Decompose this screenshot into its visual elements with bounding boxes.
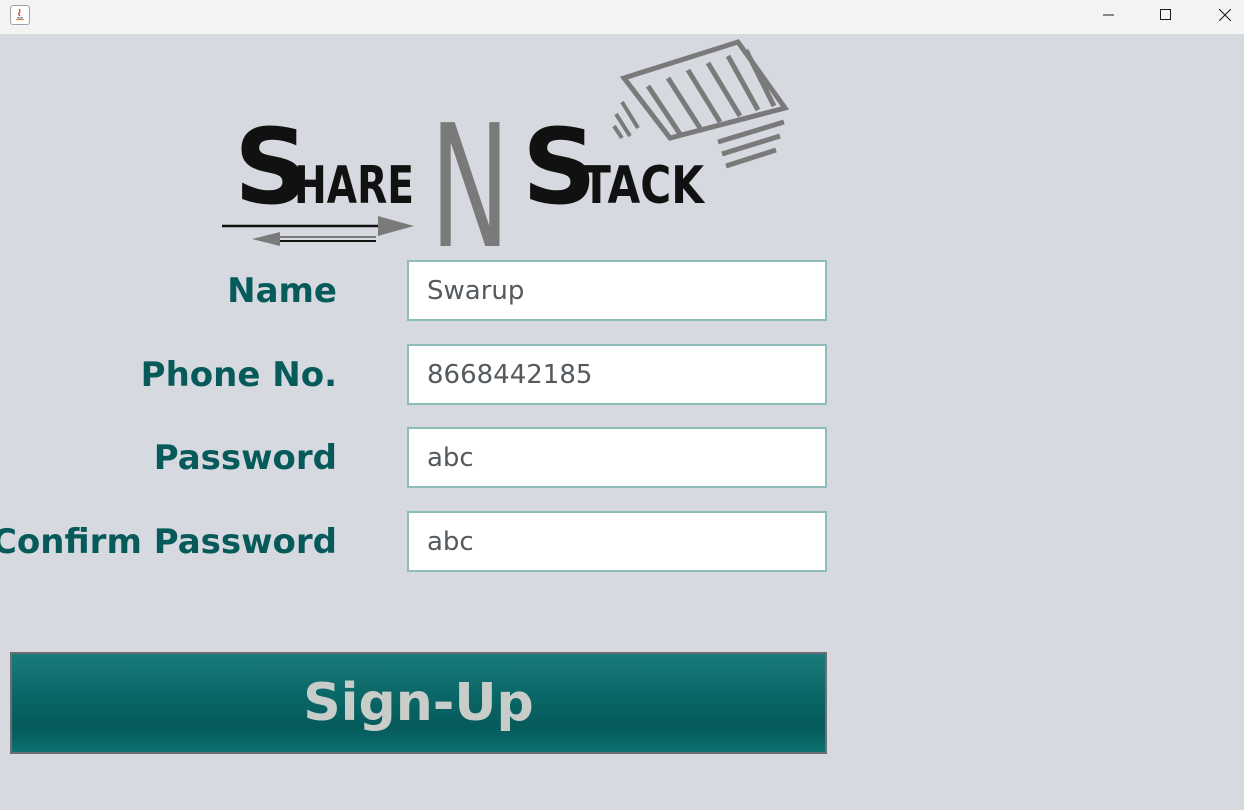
maximize-button[interactable] (1138, 0, 1194, 30)
name-label: Name (227, 271, 337, 311)
logo-stack-rest: TACK (582, 156, 705, 216)
phone-input[interactable] (407, 344, 827, 405)
confirm-password-label: Confirm Password (0, 522, 337, 562)
java-app-icon (10, 5, 30, 25)
close-button[interactable] (1197, 0, 1244, 30)
name-input[interactable] (407, 260, 827, 321)
title-bar (0, 0, 1244, 34)
password-input[interactable] (407, 427, 827, 488)
password-label: Password (153, 438, 337, 478)
paper-stack-icon (612, 39, 790, 169)
sharenstack-logo: S HARE N S TACK (222, 39, 790, 253)
minimize-icon (1103, 14, 1114, 16)
logo-n-letter: N (430, 89, 510, 253)
confirm-password-input[interactable] (407, 511, 827, 572)
logo-share-rest: HARE (294, 156, 414, 216)
minimize-button[interactable] (1081, 0, 1137, 30)
maximize-icon (1160, 9, 1171, 20)
signup-button-label: Sign-Up (303, 673, 534, 733)
signup-button[interactable]: Sign-Up (10, 652, 827, 754)
close-icon (1219, 9, 1231, 21)
signup-window: S HARE N S TACK Name Swarup Phone No. 86… (0, 0, 1244, 810)
phone-label: Phone No. (140, 355, 337, 395)
